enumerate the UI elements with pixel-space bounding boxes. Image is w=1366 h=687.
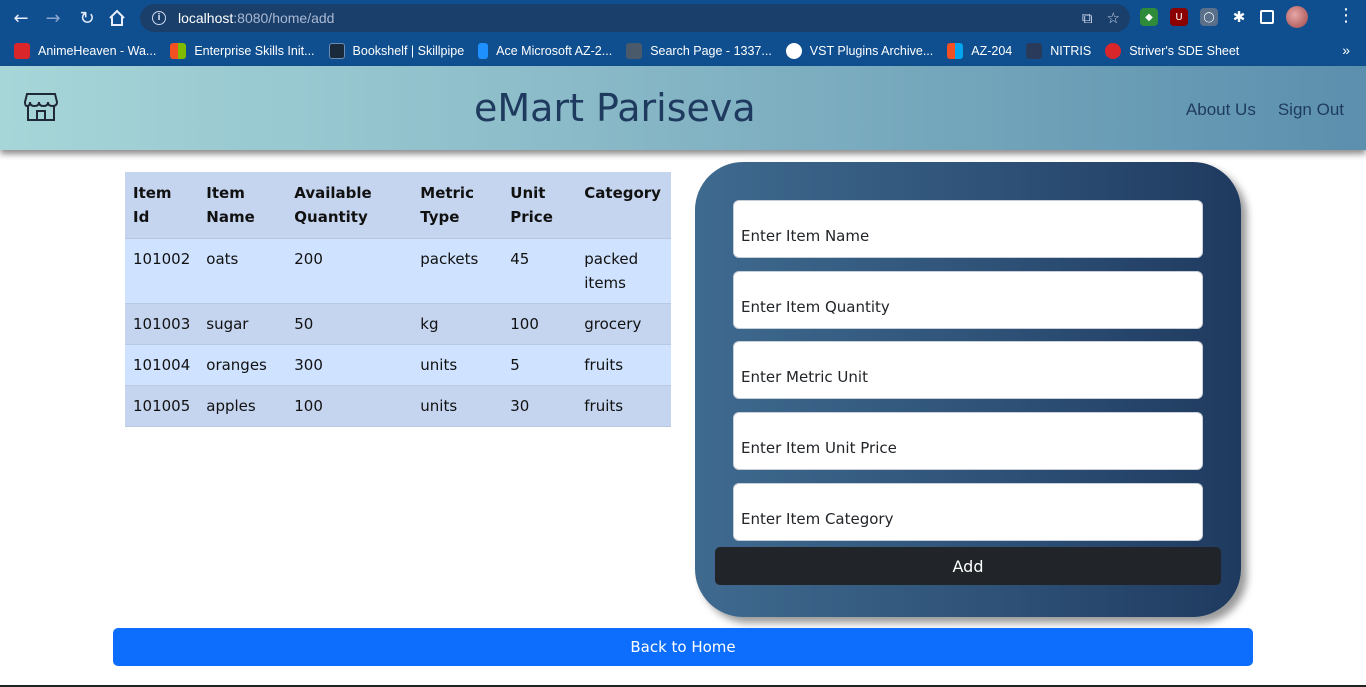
cell-item-name: oranges bbox=[198, 344, 287, 386]
ublock-icon[interactable]: U bbox=[1170, 8, 1188, 26]
bookmark-item[interactable]: Search Page - 1337... bbox=[626, 43, 772, 59]
table-row: 101003 sugar 50 kg 100 grocery bbox=[125, 303, 671, 345]
profile-avatar[interactable] bbox=[1286, 6, 1308, 28]
bookmark-star-icon[interactable]: ☆ bbox=[1107, 9, 1120, 27]
item-name-input[interactable] bbox=[733, 200, 1203, 258]
cell-category: packed items bbox=[576, 238, 671, 304]
cell-item-name: sugar bbox=[198, 303, 287, 345]
cell-price: 100 bbox=[502, 303, 577, 345]
sign-out-link[interactable]: Sign Out bbox=[1278, 100, 1344, 120]
table-row: 101004 oranges 300 units 5 fruits bbox=[125, 344, 671, 386]
bookmarks-bar: AnimeHeaven - Wa... Enterprise Skills In… bbox=[0, 36, 1366, 66]
url-text: localhost:8080/home/add bbox=[178, 10, 335, 26]
back-arrow-icon[interactable]: ← bbox=[10, 7, 32, 29]
cell-category: fruits bbox=[576, 344, 671, 386]
puzzle-extensions-icon[interactable]: ✱ bbox=[1230, 8, 1248, 26]
metric-unit-input[interactable] bbox=[733, 341, 1203, 399]
cell-quantity: 100 bbox=[286, 385, 413, 427]
bookmark-item[interactable]: AnimeHeaven - Wa... bbox=[14, 43, 156, 59]
sidepanel-icon[interactable] bbox=[1260, 10, 1274, 24]
cell-item-id: 101003 bbox=[125, 303, 199, 345]
cell-category: grocery bbox=[576, 303, 671, 345]
brand-title: eMart Pariseva bbox=[474, 86, 756, 130]
cell-metric: units bbox=[412, 385, 503, 427]
table-header-row: Item Id Item Name Available Quantity Met… bbox=[125, 172, 671, 239]
bookmark-favicon-icon bbox=[478, 43, 489, 59]
chevron-more-icon[interactable]: » bbox=[1342, 42, 1350, 58]
bookmark-favicon-icon bbox=[947, 43, 964, 59]
cell-category: fruits bbox=[576, 385, 671, 427]
column-header: Metric Type bbox=[412, 172, 503, 239]
bookmark-item[interactable]: VST Plugins Archive... bbox=[785, 43, 933, 59]
cell-metric: packets bbox=[412, 238, 503, 304]
add-item-form: Add bbox=[695, 162, 1241, 617]
column-header: Item Name bbox=[198, 172, 287, 239]
bookmark-item[interactable]: Bookshelf | Skillpipe bbox=[328, 43, 464, 59]
bookmark-item[interactable]: Striver's SDE Sheet bbox=[1105, 43, 1239, 59]
column-header: Item Id bbox=[125, 172, 199, 239]
cell-item-name: oats bbox=[198, 238, 287, 304]
bookmark-favicon-icon bbox=[626, 43, 643, 59]
cell-quantity: 50 bbox=[286, 303, 413, 345]
bookmark-favicon-icon bbox=[785, 43, 802, 59]
cell-item-id: 101004 bbox=[125, 344, 199, 386]
table-row: 101002 oats 200 packets 45 packed items bbox=[125, 238, 671, 304]
cell-metric: units bbox=[412, 344, 503, 386]
add-button[interactable]: Add bbox=[715, 547, 1221, 585]
item-category-input[interactable] bbox=[733, 483, 1203, 541]
site-info-icon[interactable]: i bbox=[152, 11, 166, 25]
cell-item-id: 101005 bbox=[125, 385, 199, 427]
cell-item-id: 101002 bbox=[125, 238, 199, 304]
bookmark-item[interactable]: Ace Microsoft AZ-2... bbox=[478, 43, 612, 59]
cell-price: 30 bbox=[502, 385, 577, 427]
bookmark-item[interactable]: Enterprise Skills Init... bbox=[170, 43, 315, 59]
column-header: Category bbox=[576, 172, 671, 239]
bookmark-favicon-icon bbox=[14, 43, 30, 59]
cell-quantity: 300 bbox=[286, 344, 413, 386]
site-header: eMart Pariseva About Us Sign Out bbox=[0, 66, 1366, 150]
share-icon[interactable]: ⧉ bbox=[1082, 9, 1093, 27]
cell-item-name: apples bbox=[198, 385, 287, 427]
items-table: Item Id Item Name Available Quantity Met… bbox=[125, 172, 671, 427]
shop-icon[interactable] bbox=[24, 92, 58, 122]
browser-toolbar: ← → ↻ i localhost:8080/home/add ⧉ ☆ ◆ U … bbox=[0, 0, 1366, 36]
bookmark-favicon-icon bbox=[170, 43, 187, 59]
item-quantity-input[interactable] bbox=[733, 271, 1203, 329]
shield-extension-icon[interactable]: ◯ bbox=[1200, 8, 1218, 26]
address-bar[interactable]: i localhost:8080/home/add ⧉ ☆ bbox=[140, 4, 1130, 32]
bookmark-item[interactable]: NITRIS bbox=[1026, 43, 1091, 59]
forward-arrow-icon[interactable]: → bbox=[42, 7, 64, 29]
table-row: 101005 apples 100 units 30 fruits bbox=[125, 385, 671, 427]
bookmark-favicon-icon bbox=[1105, 43, 1122, 59]
bookmark-favicon-icon bbox=[328, 43, 345, 59]
cell-metric: kg bbox=[412, 303, 503, 345]
cell-quantity: 200 bbox=[286, 238, 413, 304]
cell-price: 45 bbox=[502, 238, 577, 304]
bookmark-item[interactable]: AZ-204 bbox=[947, 43, 1012, 59]
extension-icon[interactable]: ◆ bbox=[1140, 8, 1158, 26]
home-icon[interactable] bbox=[106, 7, 128, 29]
column-header: Available Quantity bbox=[286, 172, 413, 239]
back-to-home-button[interactable]: Back to Home bbox=[113, 628, 1253, 666]
about-us-link[interactable]: About Us bbox=[1186, 100, 1256, 120]
menu-dots-icon[interactable]: ⋮ bbox=[1337, 5, 1355, 26]
bookmark-favicon-icon bbox=[1026, 43, 1043, 59]
unit-price-input[interactable] bbox=[733, 412, 1203, 470]
column-header: Unit Price bbox=[502, 172, 577, 239]
cell-price: 5 bbox=[502, 344, 577, 386]
reload-icon[interactable]: ↻ bbox=[76, 7, 98, 29]
